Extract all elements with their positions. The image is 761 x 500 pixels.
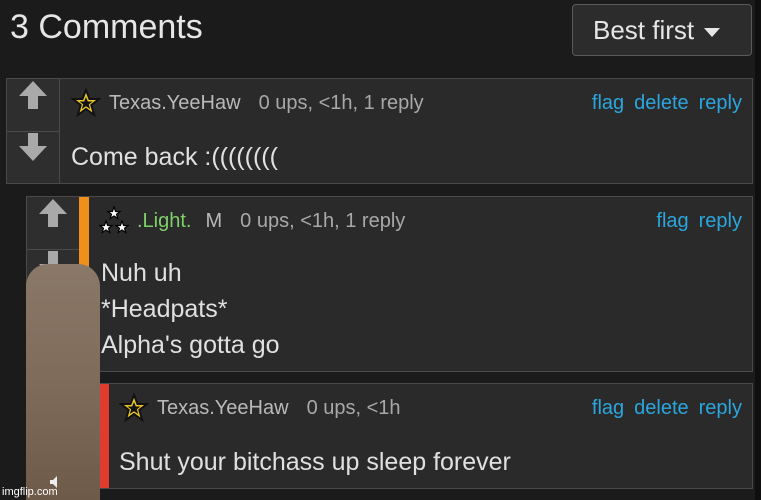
comment: Texas.YeeHaw 0 ups, <1h flag delete repl…	[98, 383, 753, 489]
comment-text-line: Nuh uh	[101, 259, 182, 287]
sort-label: Best first	[593, 15, 695, 45]
comments-count-title: 3 Comments	[10, 8, 203, 46]
vote-column	[7, 79, 60, 183]
page-edge	[755, 0, 761, 500]
comment-text-line: *Headpats*	[101, 295, 228, 323]
star-icon	[71, 88, 101, 118]
comment-text-line: Shut your bitchass up sleep forever	[119, 448, 511, 476]
arrow-up-icon	[39, 199, 67, 227]
reply-link[interactable]: reply	[699, 397, 742, 420]
overlay-image-patch	[26, 264, 100, 500]
comment-actions: flag reply	[656, 197, 742, 245]
reply-link[interactable]: reply	[699, 210, 742, 233]
comment-meta: Texas.YeeHaw 0 ups, <1h, 1 reply	[71, 79, 424, 127]
downvote-button[interactable]	[7, 131, 59, 183]
reply-link[interactable]: reply	[699, 92, 742, 115]
username[interactable]: Texas.YeeHaw	[109, 92, 241, 115]
comment-text-line: Come back :((((((((	[71, 143, 278, 171]
comment: Texas.YeeHaw 0 ups, <1h, 1 reply flag de…	[6, 78, 753, 184]
flag-link[interactable]: flag	[656, 210, 688, 233]
comment-actions: flag delete reply	[592, 384, 742, 432]
upvote-button[interactable]	[7, 79, 59, 132]
username[interactable]: Texas.YeeHaw	[157, 397, 289, 420]
comment-meta: Texas.YeeHaw 0 ups, <1h	[119, 384, 401, 432]
moderator-badge: M	[205, 209, 223, 232]
caret-down-icon	[704, 27, 721, 37]
comment-actions: flag delete reply	[592, 79, 742, 127]
comment-body: Come back :((((((((	[71, 139, 278, 175]
username[interactable]: .Light.	[137, 210, 191, 233]
arrow-down-icon	[19, 133, 47, 161]
delete-link[interactable]: delete	[634, 92, 689, 115]
three-stars-icon	[99, 206, 129, 234]
comment-body: Shut your bitchass up sleep forever	[119, 444, 511, 480]
watermark: imgflip.com	[2, 486, 58, 498]
comment-stats: 0 ups, <1h, 1 reply	[258, 91, 424, 114]
comment-stats: 0 ups, <1h	[306, 396, 401, 419]
delete-link[interactable]: delete	[634, 397, 689, 420]
comment-stats: 0 ups, <1h, 1 reply	[240, 209, 406, 232]
flag-link[interactable]: flag	[592, 92, 624, 115]
comment-body: Nuh uh *Headpats* Alpha's gotta go	[101, 255, 280, 363]
sort-dropdown[interactable]: Best first	[572, 4, 752, 56]
star-icon	[119, 393, 149, 423]
comment: .Light. M 0 ups, <1h, 1 reply flag reply…	[26, 196, 753, 372]
flag-link[interactable]: flag	[592, 397, 624, 420]
comment-meta: .Light. M 0 ups, <1h, 1 reply	[99, 197, 405, 245]
comment-text-line: Alpha's gotta go	[101, 331, 280, 359]
arrow-up-icon	[19, 81, 47, 109]
upvote-button[interactable]	[27, 197, 79, 250]
reply-level-bar	[99, 384, 109, 488]
